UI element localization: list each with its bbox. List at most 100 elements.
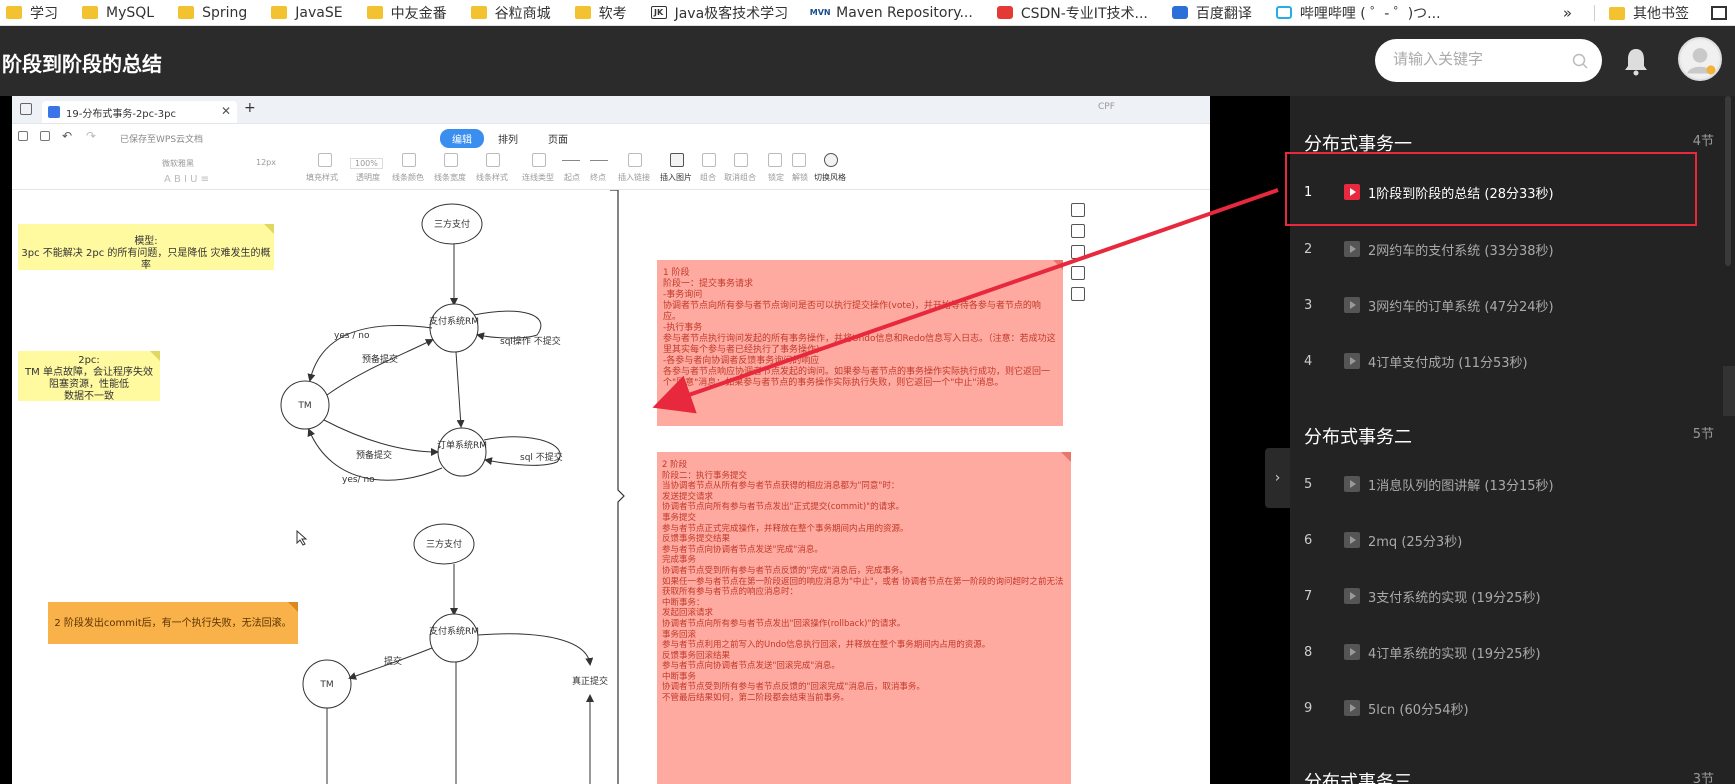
note-phase-2: 2 阶段 阶段二：执行事务提交 当协调者节点从所有参与者节点获得的相应消息都为"…	[657, 452, 1071, 784]
lesson-item[interactable]: 5 1消息队列的图讲解 (13分15秒)	[1290, 464, 1700, 504]
note-line: 各参与者节点响应协调者节点发起的询问。如果参与者节点的事务操作实际执行成功，则它…	[663, 367, 1051, 388]
avatar[interactable]	[1678, 37, 1722, 81]
lesson-item[interactable]: 2 2网约车的支付系统 (33分38秒)	[1290, 229, 1700, 269]
ungroup-icon	[734, 153, 748, 167]
lesson-item[interactable]: 7 3支付系统的实现 (19分25秒)	[1290, 576, 1700, 616]
folder-icon	[1609, 6, 1625, 20]
note-line: 事务提交	[662, 512, 697, 523]
tb-link-label: 插入链接	[618, 173, 650, 182]
node-pay-rm-2: 支付系统RM	[429, 613, 479, 663]
lesson-label: 1消息队列的图讲解 (13分15秒)	[1368, 478, 1554, 494]
folder-icon	[366, 6, 383, 19]
folder-icon	[271, 6, 288, 19]
note-line: 发送提交请求	[662, 491, 714, 502]
bookmark-guli[interactable]: 谷粒商城	[465, 0, 569, 26]
note-line: 完成事务	[662, 555, 697, 566]
wps-quick-toolbar: ↶ ↷ 已保存至WPS云文档	[12, 124, 1210, 150]
redo-icon: ↷	[86, 129, 97, 143]
bookmark-maven[interactable]: MVN Maven Repository...	[806, 0, 991, 26]
bookmark-other[interactable]: 其他书签	[1603, 0, 1711, 26]
bookmark-csdn[interactable]: CSDN-专业IT技术...	[991, 0, 1166, 26]
brace	[610, 190, 625, 784]
lesson-item[interactable]: 8 4订单系统的实现 (19分25秒)	[1290, 632, 1700, 672]
edge	[326, 339, 434, 396]
cloud-label: 三方支付	[426, 538, 462, 550]
note-line: 协调者节点向所有参与者节点发出"正式提交(commit)"的请求。	[662, 502, 905, 513]
bookmark-baidu-translate[interactable]: 百度翻译	[1166, 0, 1270, 26]
lesson-item[interactable]: 3 3网约车的订单系统 (47分24秒)	[1290, 285, 1700, 325]
cloud-third-party-2: 三方支付	[413, 523, 475, 565]
note-line: 中断事务：	[662, 597, 705, 608]
note-line: 协调者节点向所有参与者节点询问是否可以执行提交操作(vote)，并开始等待各参与…	[663, 301, 1041, 322]
cloud-third-party-1: 三方支付	[421, 203, 483, 245]
wps-format-toolbar: 微软雅黑 12px A B I U ≡ 填充样式 100% 透明度 线条颜色 线…	[12, 150, 1210, 190]
bookmarks-bar: 学习 MySQL Spring JavaSE 中友金番 谷粒商城 软考 JK Ja…	[0, 0, 1735, 26]
tb-group-label: 组合	[700, 173, 716, 182]
line-style-icon	[486, 153, 500, 167]
search-input[interactable]	[1393, 50, 1563, 68]
bookmark-study[interactable]: 学习	[0, 0, 76, 26]
note-line: 1 阶段	[663, 268, 690, 278]
bookmark-zhongyou[interactable]: 中友金番	[361, 0, 465, 26]
opacity-value: 100%	[350, 158, 383, 169]
line-width-icon	[444, 153, 458, 167]
format-painter-icon	[40, 131, 50, 141]
note-line: 参与者节点利用之前写入的Undo信息执行回滚，并释放在整个事务期间内占用的资源。	[662, 640, 991, 651]
wps-menu-page: 页面	[548, 135, 568, 146]
lesson-item[interactable]: 6 2mq (25分3秒)	[1290, 520, 1700, 560]
page-title: 阶段到阶段的总结	[2, 52, 162, 76]
link-icon	[628, 153, 642, 167]
insert-image-icon	[670, 153, 684, 167]
lesson-item[interactable]: 4 4订单支付成功 (11分53秒)	[1290, 341, 1700, 381]
note-fold	[1053, 260, 1063, 270]
node-pay-rm-1: 支付系统RM	[429, 303, 479, 353]
tb-connector-label: 连线类型	[522, 173, 554, 182]
edge-label: yes/ no	[342, 475, 375, 485]
undo-icon: ↶	[62, 129, 73, 143]
bookmark-spring[interactable]: Spring	[172, 0, 265, 26]
note-line: 阶段二：执行事务提交	[662, 470, 748, 481]
search-box[interactable]	[1375, 39, 1602, 82]
csdn-icon	[996, 6, 1013, 19]
lesson-number: 4	[1304, 353, 1313, 369]
mvn-icon: MVN	[809, 6, 831, 19]
node-tm-1: TM	[280, 380, 330, 430]
search-icon[interactable]	[1572, 53, 1588, 69]
play-icon	[1344, 532, 1360, 548]
lesson-label: 4订单支付成功 (11分53秒)	[1368, 355, 1528, 371]
bookmark-java-geek[interactable]: JK Java极客技术学习	[645, 0, 807, 26]
note-line: 参与者节点向协调者节点发送"回滚完成"消息。	[662, 661, 840, 672]
bookmark-ruankao[interactable]: 软考	[569, 0, 645, 26]
home-icon	[20, 103, 32, 115]
bookmark-javase[interactable]: JavaSE	[265, 0, 360, 26]
section-count: 4节	[1692, 134, 1714, 149]
more-bookmarks-icon[interactable]: »	[1563, 4, 1572, 22]
reading-list-icon[interactable]	[1711, 6, 1727, 20]
play-icon	[1344, 297, 1360, 313]
cloud-label: 三方支付	[434, 218, 470, 230]
jk-icon: JK	[650, 6, 667, 19]
line-color-icon	[402, 153, 416, 167]
play-icon	[1344, 644, 1360, 660]
font-size: 12px	[256, 158, 276, 167]
note-line: 参与者节点向协调者节点发送"完成"消息。	[662, 544, 823, 555]
wps-menu-arrange: 排列	[498, 135, 518, 146]
wps-tab-bar: 19-分布式事务-2pc-3pc ✕ +	[12, 96, 1210, 124]
flow-diagram: 三方支付 支付系统RM TM 订单系统RM yes / no 预备提交 sql操…	[280, 190, 625, 784]
connector-icon	[532, 153, 546, 167]
lesson-item[interactable]: 9 5lcn (60分54秒)	[1290, 688, 1700, 728]
sidebar-collapse-handle[interactable]: ›	[1265, 448, 1290, 508]
bookmark-mysql[interactable]: MySQL	[76, 0, 172, 26]
node-tm-2: TM	[302, 659, 352, 709]
sidebar-scroll-track[interactable]	[1723, 366, 1735, 416]
lesson-number: 2	[1304, 241, 1313, 257]
edge	[455, 351, 465, 428]
bell-icon[interactable]	[1622, 46, 1650, 76]
page-header: 阶段到阶段的总结	[0, 26, 1735, 96]
note-line: -事务询问	[663, 290, 703, 300]
folder-icon	[82, 6, 98, 19]
lesson-number: 7	[1304, 588, 1313, 604]
play-icon	[1344, 241, 1360, 257]
bookmark-bilibili[interactable]: 哔哩哔哩 ( ゜- ゜)つ...	[1270, 0, 1459, 26]
sidebar-scrollbar[interactable]	[1725, 96, 1731, 266]
